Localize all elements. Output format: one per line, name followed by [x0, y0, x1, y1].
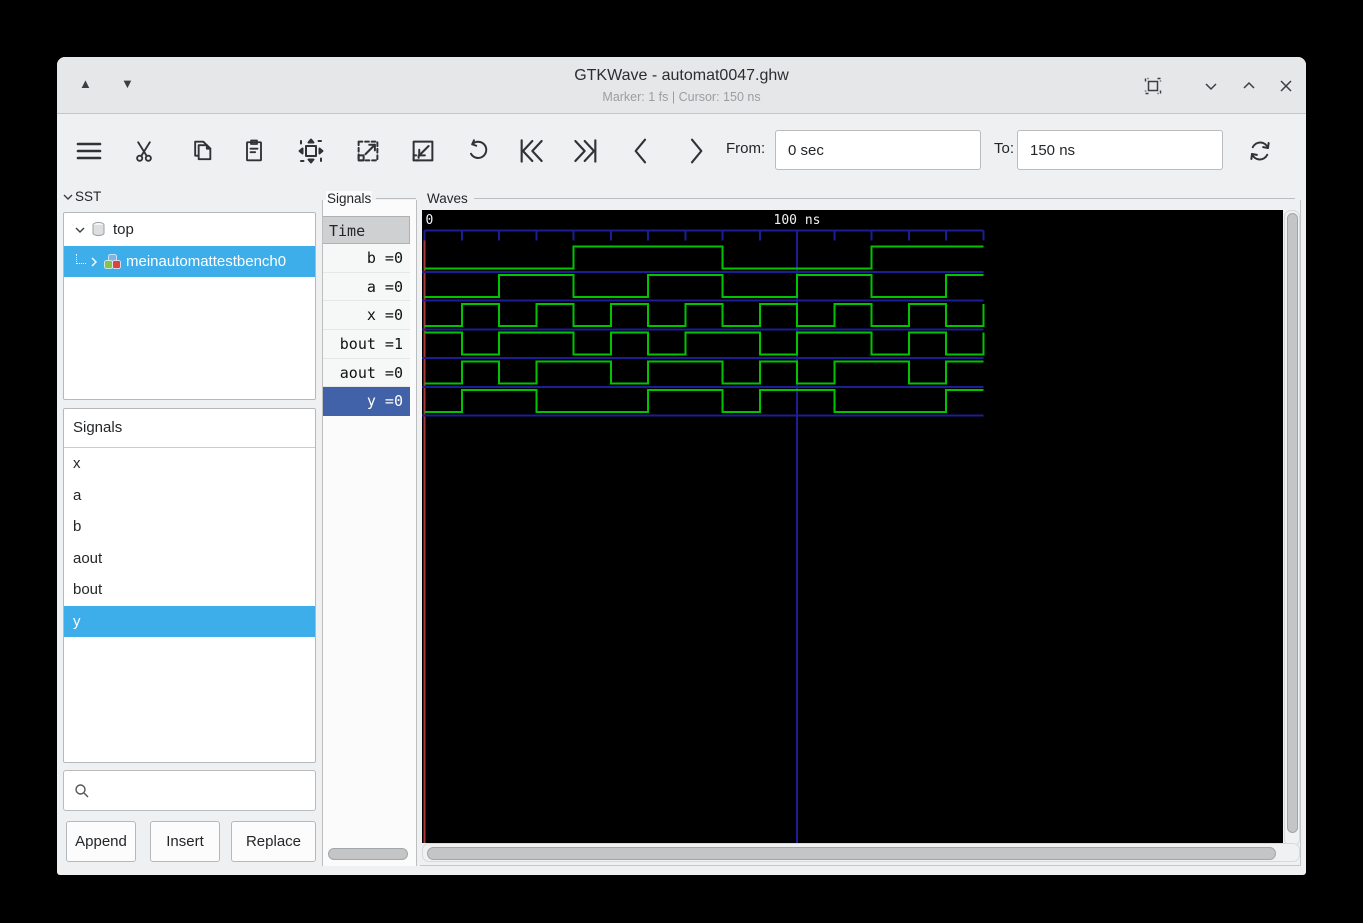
window-subtitle: Marker: 1 fs | Cursor: 150 ns — [57, 90, 1306, 104]
value-row-selected[interactable]: y =0 — [323, 387, 410, 416]
wave-x — [425, 304, 984, 326]
from-input[interactable] — [775, 130, 981, 170]
wave-aout — [425, 361, 984, 383]
value-row[interactable]: b =0 — [323, 244, 410, 273]
component-cubes-icon — [103, 253, 122, 271]
expander-icon[interactable] — [62, 191, 74, 203]
insert-button[interactable]: Insert — [150, 821, 220, 862]
gtkwave-window: ▲ ▼ GTKWave - automat0047.ghw Marker: 1 … — [57, 57, 1306, 875]
value-row[interactable]: a =0 — [323, 273, 410, 302]
fullscreen-icon[interactable] — [1144, 77, 1162, 95]
to-label: To: — [994, 140, 1014, 157]
window-title: GTKWave - automat0047.ghw — [57, 67, 1306, 85]
waves-vscrollbar-thumb[interactable] — [1287, 213, 1298, 833]
list-item[interactable]: bout — [64, 574, 315, 606]
previous-edge-icon[interactable] — [620, 130, 662, 172]
search-input[interactable] — [63, 770, 316, 811]
tree-branch-connector — [76, 254, 86, 264]
replace-button[interactable]: Replace — [231, 821, 316, 862]
waves-frame-label: Waves — [425, 191, 1295, 206]
chevron-right-icon[interactable] — [88, 256, 100, 268]
tree-label-top: top — [113, 221, 134, 238]
value-row[interactable]: aout =0 — [323, 359, 410, 388]
waves-vscrollbar-track[interactable] — [1284, 210, 1300, 846]
menu-icon[interactable] — [68, 130, 110, 172]
next-edge-icon[interactable] — [675, 130, 717, 172]
paste-icon[interactable] — [233, 130, 275, 172]
zoom-fit-icon[interactable] — [290, 130, 332, 172]
from-label: From: — [726, 140, 765, 157]
time-header[interactable]: Time — [323, 216, 410, 244]
list-item[interactable]: a — [64, 480, 315, 512]
search-icon — [74, 783, 90, 799]
waves-hscrollbar-thumb[interactable] — [427, 847, 1276, 860]
toolbar: From: To: — [57, 114, 1306, 188]
values-hscrollbar[interactable] — [328, 848, 408, 860]
copy-icon[interactable] — [180, 130, 222, 172]
minimize-icon[interactable] — [1202, 77, 1220, 95]
list-item[interactable]: aout — [64, 543, 315, 575]
wave-y — [425, 390, 984, 412]
to-input[interactable] — [1017, 130, 1223, 170]
value-row[interactable]: bout =1 — [323, 330, 410, 359]
wave-bout — [425, 333, 984, 355]
sst-tree: top meinautomattestbench0 — [63, 212, 316, 400]
signals-list-box: Signals x a b aout bout y — [63, 408, 316, 763]
reload-icon[interactable] — [1239, 130, 1281, 172]
zoom-undo-icon[interactable] — [456, 130, 498, 172]
sst-frame-label: SST — [62, 189, 312, 204]
tree-row-top[interactable]: top — [64, 213, 315, 246]
wave-a — [425, 275, 984, 297]
waves-hscrollbar-track[interactable] — [422, 843, 1300, 862]
go-to-start-icon[interactable] — [510, 130, 552, 172]
close-icon[interactable] — [1277, 77, 1295, 95]
maximize-icon[interactable] — [1240, 77, 1258, 95]
database-icon — [90, 221, 107, 238]
values-frame-label: Signals — [326, 191, 416, 206]
signals-list-header: Signals — [64, 409, 315, 448]
values-panel: Signals Time b =0 a =0 x =0 bout =1 aout… — [322, 200, 417, 866]
svg-text:100 ns: 100 ns — [774, 213, 821, 228]
zoom-out-icon[interactable] — [402, 130, 444, 172]
svg-text:0: 0 — [426, 213, 434, 228]
chevron-down-icon[interactable] — [74, 224, 86, 236]
list-item[interactable]: x — [64, 448, 315, 480]
list-item[interactable]: b — [64, 511, 315, 543]
tree-row-testbench[interactable]: meinautomattestbench0 — [64, 246, 315, 277]
titlebar: ▲ ▼ GTKWave - automat0047.ghw Marker: 1 … — [57, 57, 1306, 114]
wave-b — [425, 247, 984, 269]
append-button[interactable]: Append — [66, 821, 136, 862]
zoom-in-icon[interactable] — [347, 130, 389, 172]
tree-label-testbench: meinautomattestbench0 — [126, 253, 286, 270]
wave-display[interactable]: 0 100 ns — [422, 210, 1283, 843]
cut-icon[interactable] — [123, 130, 165, 172]
go-to-end-icon[interactable] — [565, 130, 607, 172]
list-item-selected[interactable]: y — [64, 606, 315, 638]
value-row[interactable]: x =0 — [323, 301, 410, 330]
